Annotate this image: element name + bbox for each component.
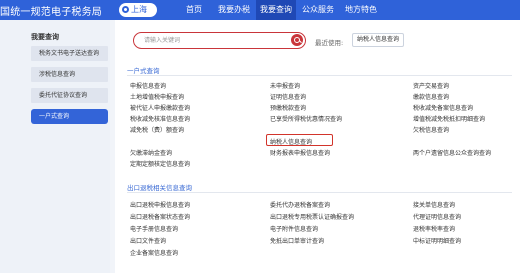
- link-export-audit-query[interactable]: 免抵出口单审计查询: [270, 236, 324, 245]
- sidebar-title: 我要查询: [31, 33, 59, 41]
- link-exemption-approval-query[interactable]: 税收减免核准信息查询: [130, 114, 190, 123]
- region-label: 上海: [131, 5, 147, 14]
- link-special-tax-receipt[interactable]: 出口退税专用税票认证确报查询: [270, 212, 354, 221]
- top-navigation-bar: 国统一规范电子税务局 上海 首页 我要办税 我要查询 公众服务 地方特色: [0, 0, 520, 20]
- link-arrears-query[interactable]: 欠税信息查询: [413, 125, 449, 134]
- divider: [127, 75, 512, 76]
- link-agency-refund-filing[interactable]: 委托代办退税备案查询: [270, 200, 330, 209]
- nav-tax-handling[interactable]: 我要办税: [212, 0, 256, 20]
- sidebar: 我要查询 税务文书电子送达查询 涉税信息查询 委托代征协议查询 一户式查询: [0, 20, 110, 273]
- link-late-fee-query[interactable]: 欠缴滞纳金查询: [130, 148, 172, 157]
- link-undeclared-query[interactable]: 未申报查询: [270, 81, 300, 90]
- link-certificate-query[interactable]: 证明信息查询: [270, 92, 306, 101]
- link-e-attachment-query[interactable]: 电子附件信息查询: [270, 224, 318, 233]
- nav-home[interactable]: 首页: [176, 0, 212, 20]
- region-selector[interactable]: 上海: [119, 3, 157, 17]
- link-exemption-amount-query[interactable]: 减免税（费）额查询: [130, 125, 184, 134]
- link-enterprise-filing-query[interactable]: 企业备案信息查询: [130, 248, 178, 257]
- link-agency-certificate-query[interactable]: 代理证明信息查询: [413, 212, 461, 221]
- link-declaration-query[interactable]: 申报信息查询: [130, 81, 166, 90]
- sidebar-item-agency-agreement[interactable]: 委托代征协议查询: [31, 88, 108, 103]
- section-title-export-refund: 出口退税相关信息查询: [127, 184, 192, 192]
- search-input[interactable]: [134, 33, 284, 47]
- sidebar-item-document-delivery[interactable]: 税务文书电子送达查询: [31, 46, 108, 61]
- section-title-one-stop: 一户式查询: [127, 67, 160, 75]
- sidebar-item-tax-info[interactable]: 涉税信息查询: [31, 67, 108, 82]
- highlight-box: [266, 134, 333, 146]
- search-icon[interactable]: [291, 34, 303, 46]
- location-pin-icon: [122, 6, 129, 13]
- nav-local-features[interactable]: 地方特色: [340, 0, 382, 20]
- recent-label: 最近使用:: [315, 39, 344, 47]
- link-refund-rate-query[interactable]: 退税率税率查询: [413, 224, 455, 233]
- link-payment-info-query[interactable]: 缴款信息查询: [413, 92, 449, 101]
- main-content: 最近使用: 纳税人信息查询 一户式查询 申报信息查询 未申报查询 资产交易查询 …: [115, 20, 520, 273]
- search-box: [133, 32, 306, 49]
- link-legacy-info-query[interactable]: 两个户遗留信息公众查询查询: [413, 148, 491, 157]
- link-collected-payment-query[interactable]: 被代征人申报缴款查询: [130, 103, 190, 112]
- link-financial-report-query[interactable]: 财务报表申报信息查询: [270, 148, 330, 157]
- link-land-vat-query[interactable]: 土地增值税申报查询: [130, 92, 184, 101]
- link-export-refund-declaration[interactable]: 出口退税申报信息查询: [130, 200, 190, 209]
- link-prepaid-tax-query[interactable]: 预缴税款查询: [270, 103, 306, 112]
- link-asset-transaction-query[interactable]: 资产交易查询: [413, 81, 449, 90]
- nav-public-service[interactable]: 公众服务: [296, 0, 340, 20]
- divider: [127, 192, 512, 193]
- nav-query[interactable]: 我要查询: [256, 0, 296, 20]
- site-title: 国统一规范电子税务局: [0, 7, 102, 18]
- sidebar-item-one-stop-query[interactable]: 一户式查询: [31, 109, 108, 124]
- link-refund-filing-status[interactable]: 出口退税备案状态查询: [130, 212, 190, 221]
- link-export-document-query[interactable]: 出口文件查询: [130, 236, 166, 245]
- recent-item-chip[interactable]: 纳税人信息查询: [352, 33, 404, 47]
- link-income-tax-benefit-query[interactable]: 已享受所得税优惠情况查询: [270, 114, 342, 123]
- link-bid-certificate-query[interactable]: 中标证明明细查询: [413, 236, 461, 245]
- link-exemption-filing-query[interactable]: 税收减免备案信息查询: [413, 103, 473, 112]
- link-fixed-quota-query[interactable]: 定期定额核定信息查询: [130, 159, 190, 168]
- link-e-handbook-query[interactable]: 电子手册信息查询: [130, 224, 178, 233]
- link-vat-deduction-query[interactable]: 增值税减免税抵扣明细查询: [413, 114, 485, 123]
- link-customs-form-query[interactable]: 接关单信息查询: [413, 200, 455, 209]
